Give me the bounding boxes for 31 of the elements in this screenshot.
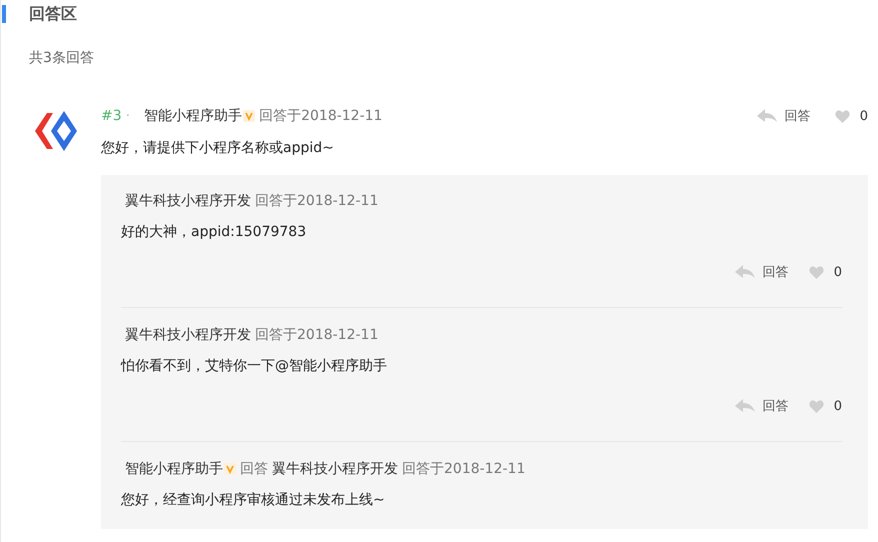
- reply-time: 回答于2018-12-11: [255, 192, 378, 210]
- like-button[interactable]: 0: [834, 108, 868, 124]
- answer-text: 您好，请提供下小程序名称或appid~: [101, 139, 335, 157]
- section-title: 回答区: [29, 4, 77, 24]
- author-name[interactable]: 智能小程序助手: [144, 107, 242, 125]
- heart-icon: [808, 266, 824, 278]
- reply-button[interactable]: 回答: [734, 263, 789, 281]
- logo-avatar-icon: [33, 109, 79, 153]
- reply-arrow-icon: [734, 265, 755, 279]
- reply-text: 好的大神，appid:15079783: [121, 223, 308, 241]
- reply-target-name[interactable]: 翼牛科技小程序开发: [272, 460, 398, 478]
- reply-text: 怕你看不到，艾特你一下@智能小程序助手: [121, 357, 388, 375]
- reply-time: 回答于2018-12-11: [402, 460, 526, 478]
- reply-arrow-icon: [756, 109, 777, 123]
- reply-word: 回答: [240, 460, 268, 478]
- reply-button[interactable]: 回答: [756, 107, 811, 125]
- reply-button[interactable]: 回答: [734, 397, 789, 415]
- author-name[interactable]: 智能小程序助手: [125, 460, 223, 478]
- like-button[interactable]: 0: [808, 263, 842, 281]
- answer-number: #3: [101, 108, 122, 124]
- author-name[interactable]: 翼牛科技小程序开发: [125, 192, 251, 210]
- reply-time: 回答于2018-12-11: [255, 326, 378, 344]
- answer-time: 回答于2018-12-11: [259, 107, 382, 125]
- reply-arrow-icon: [734, 399, 755, 413]
- heart-icon: [808, 400, 824, 412]
- like-button[interactable]: 0: [808, 397, 842, 415]
- reply-text: 您好，经查询小程序审核通过未发布上线~: [121, 491, 386, 509]
- separator-dot: ·: [126, 108, 130, 124]
- heart-icon: [834, 110, 850, 122]
- answer-count: 共3条回答: [29, 49, 95, 67]
- author-name[interactable]: 翼牛科技小程序开发: [125, 326, 251, 344]
